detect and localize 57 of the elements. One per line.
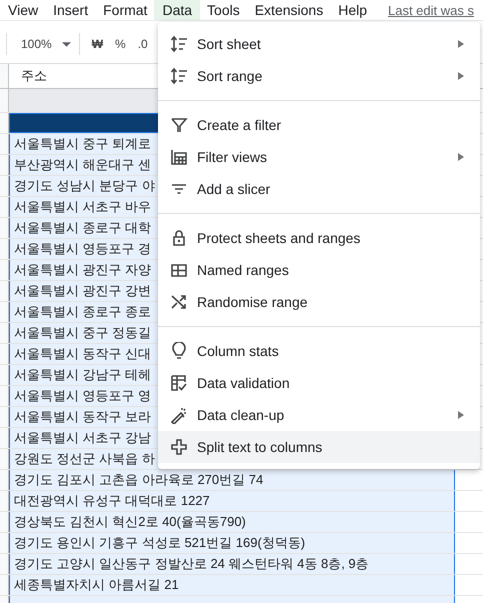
row-header-cell (0, 386, 9, 406)
table-cell: 경기도 고양시 일산동구 정발산로 24 웨스턴타워 4동 8층, 9층 (9, 554, 455, 574)
menu-bar-item[interactable]: Help (330, 0, 375, 20)
table-cell: 세종특별자치시 아름서길 21 (9, 575, 455, 595)
row-header-cell (0, 239, 9, 259)
table-icon (170, 261, 188, 279)
table-icon (170, 148, 188, 166)
row-header-cell (0, 113, 9, 133)
lock-icon (170, 229, 188, 247)
decimal-button[interactable]: .0 (132, 37, 154, 51)
row-header-cell (0, 281, 9, 301)
menu-bar-item[interactable]: View (0, 0, 46, 20)
row-header-cell (0, 155, 9, 175)
table-cell: 경상북도 김천시 혁신2로 40(율곡동790) (9, 512, 455, 532)
sort-icon (170, 67, 188, 85)
row-header-cell (0, 428, 9, 448)
menu-bar-item[interactable]: Data (154, 0, 200, 20)
table-cell: 대전광역시 유성구 대덕대로 1227 (9, 491, 455, 511)
row-header-cell (0, 218, 9, 238)
row-header-cell (0, 512, 9, 532)
menu-item[interactable]: Split text to columns (158, 431, 480, 463)
percent-button[interactable]: % (109, 37, 132, 51)
sort-icon (170, 35, 188, 53)
table-cell: 경기도 김포시 고촌읍 아라육로 270번길 74 (9, 470, 455, 490)
row-header-cell (0, 407, 9, 427)
row-header-cell (0, 449, 9, 469)
checklist-icon (170, 374, 188, 392)
split-columns-icon (170, 438, 188, 456)
menu-bar-item[interactable]: Format (95, 0, 156, 20)
row-header-cell (0, 197, 9, 217)
row-header-cell (0, 344, 9, 364)
row-header-cell (0, 470, 9, 490)
menu-item[interactable]: Sort range (158, 60, 480, 92)
row-header-cell (0, 302, 9, 322)
row-header-cell (0, 533, 9, 553)
currency-button[interactable]: ₩ (86, 37, 110, 51)
row-header-cell (0, 260, 9, 280)
lightbulb-icon (170, 342, 188, 360)
row-header-cell (0, 365, 9, 385)
row-header-cell (0, 491, 9, 511)
menu-bar-item[interactable]: Extensions (246, 0, 332, 20)
row-header-cell (0, 575, 9, 595)
row-header-cell (0, 134, 9, 154)
menu-bar-item[interactable]: Tools (199, 0, 248, 20)
row-header-cell (0, 554, 9, 574)
last-edit-link[interactable]: Last edit was s (388, 2, 474, 18)
table-cell: 경기도 용인시 기흥구 석성로 521번길 169(청덕동) (9, 533, 455, 553)
zoom-dropdown[interactable]: 100% (13, 37, 73, 51)
filter-icon (170, 116, 188, 134)
wand-icon (170, 406, 188, 424)
menu-bar-item[interactable]: Insert (45, 0, 96, 20)
column-header: 주소 (20, 67, 47, 85)
menu-item[interactable]: Sort sheet (158, 28, 480, 60)
row-header-cell (0, 323, 9, 343)
caret-icon (62, 42, 71, 46)
row-header-cell (0, 176, 9, 196)
shuffle-icon (170, 293, 188, 311)
